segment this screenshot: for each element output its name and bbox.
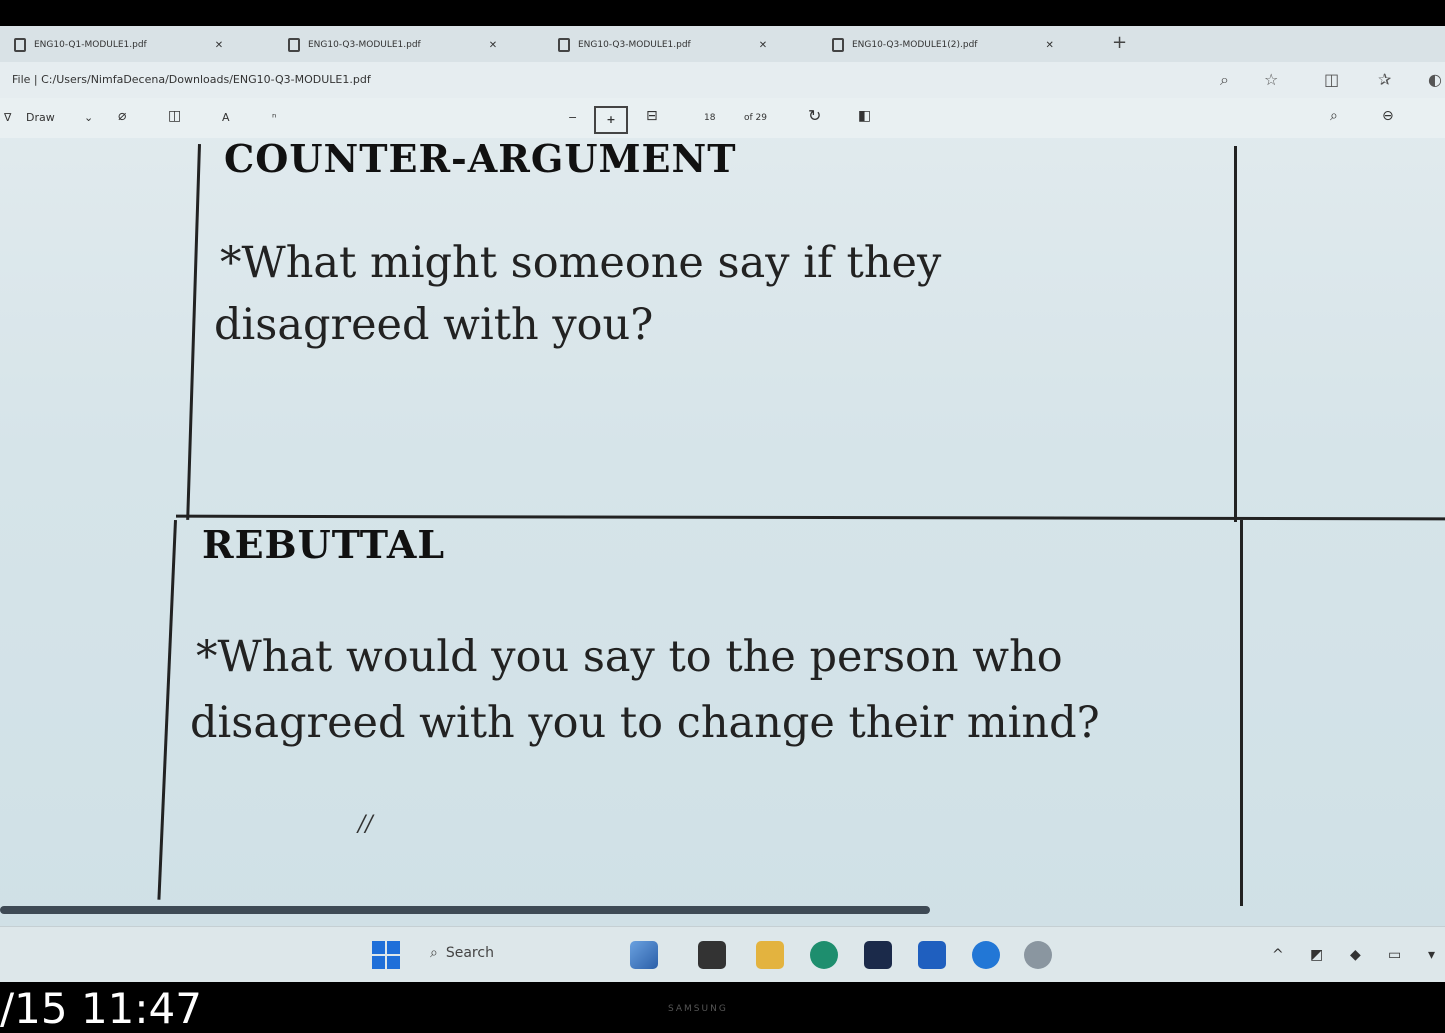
task-view-icon[interactable]: [698, 941, 726, 969]
logo-pane: [387, 941, 400, 954]
store-icon[interactable]: [864, 941, 892, 969]
search-icon: ⌕: [430, 945, 438, 961]
volume-icon[interactable]: ◆: [1350, 947, 1361, 963]
search-label: Search: [445, 945, 494, 961]
logo-pane: [372, 956, 385, 969]
section-heading-counter-argument: COUNTER-ARGUMENT: [224, 136, 737, 181]
question-line: *What would you say to the person who: [196, 632, 1063, 682]
word-icon[interactable]: [918, 941, 946, 969]
logo-pane: [387, 956, 400, 969]
battery-icon[interactable]: ▭: [1388, 947, 1401, 963]
horizontal-scrollbar[interactable]: [0, 906, 930, 914]
table-row-divider: [175, 514, 1445, 521]
screen: ENG10-Q1-MODULE1.pdf ✕ ENG10-Q3-MODULE1.…: [0, 26, 1445, 982]
question-line: *What might someone say if they: [220, 238, 942, 288]
table-border-left-bottom: [157, 520, 177, 900]
taskbar-search[interactable]: ⌕ Search: [430, 945, 494, 961]
logo-pane: [372, 941, 385, 954]
pdf-document-page: COUNTER-ARGUMENT *What might someone say…: [0, 26, 1445, 982]
section-question-rebuttal: *What would you say to the person who di…: [190, 626, 1266, 754]
taskbar: ⌕ Search ^ ◩ ◆ ▭ ▾: [0, 926, 1445, 982]
network-icon[interactable]: ◩: [1310, 947, 1323, 963]
question-line: disagreed with you?: [214, 300, 654, 350]
monitor-brand-logo: SAMSUNG: [668, 1004, 728, 1014]
section-heading-rebuttal: REBUTTAL: [202, 522, 446, 567]
chevron-up-icon[interactable]: ^: [1272, 947, 1284, 963]
windows-start-icon[interactable]: [372, 941, 400, 969]
edge-browser-icon[interactable]: [810, 941, 838, 969]
widgets-icon[interactable]: [630, 941, 658, 969]
file-explorer-icon[interactable]: [756, 941, 784, 969]
app-icon[interactable]: [972, 941, 1000, 969]
hand-mark: //: [358, 812, 373, 837]
photo-timestamp: /15 11:47: [0, 984, 202, 1033]
question-line: disagreed with you to change their mind?: [190, 698, 1100, 748]
table-border-left-top: [186, 144, 201, 520]
notification-icon[interactable]: ▾: [1428, 947, 1435, 963]
section-question-counter-argument: *What might someone say if they disagree…: [214, 232, 1270, 356]
settings-gear-icon[interactable]: [1024, 941, 1052, 969]
